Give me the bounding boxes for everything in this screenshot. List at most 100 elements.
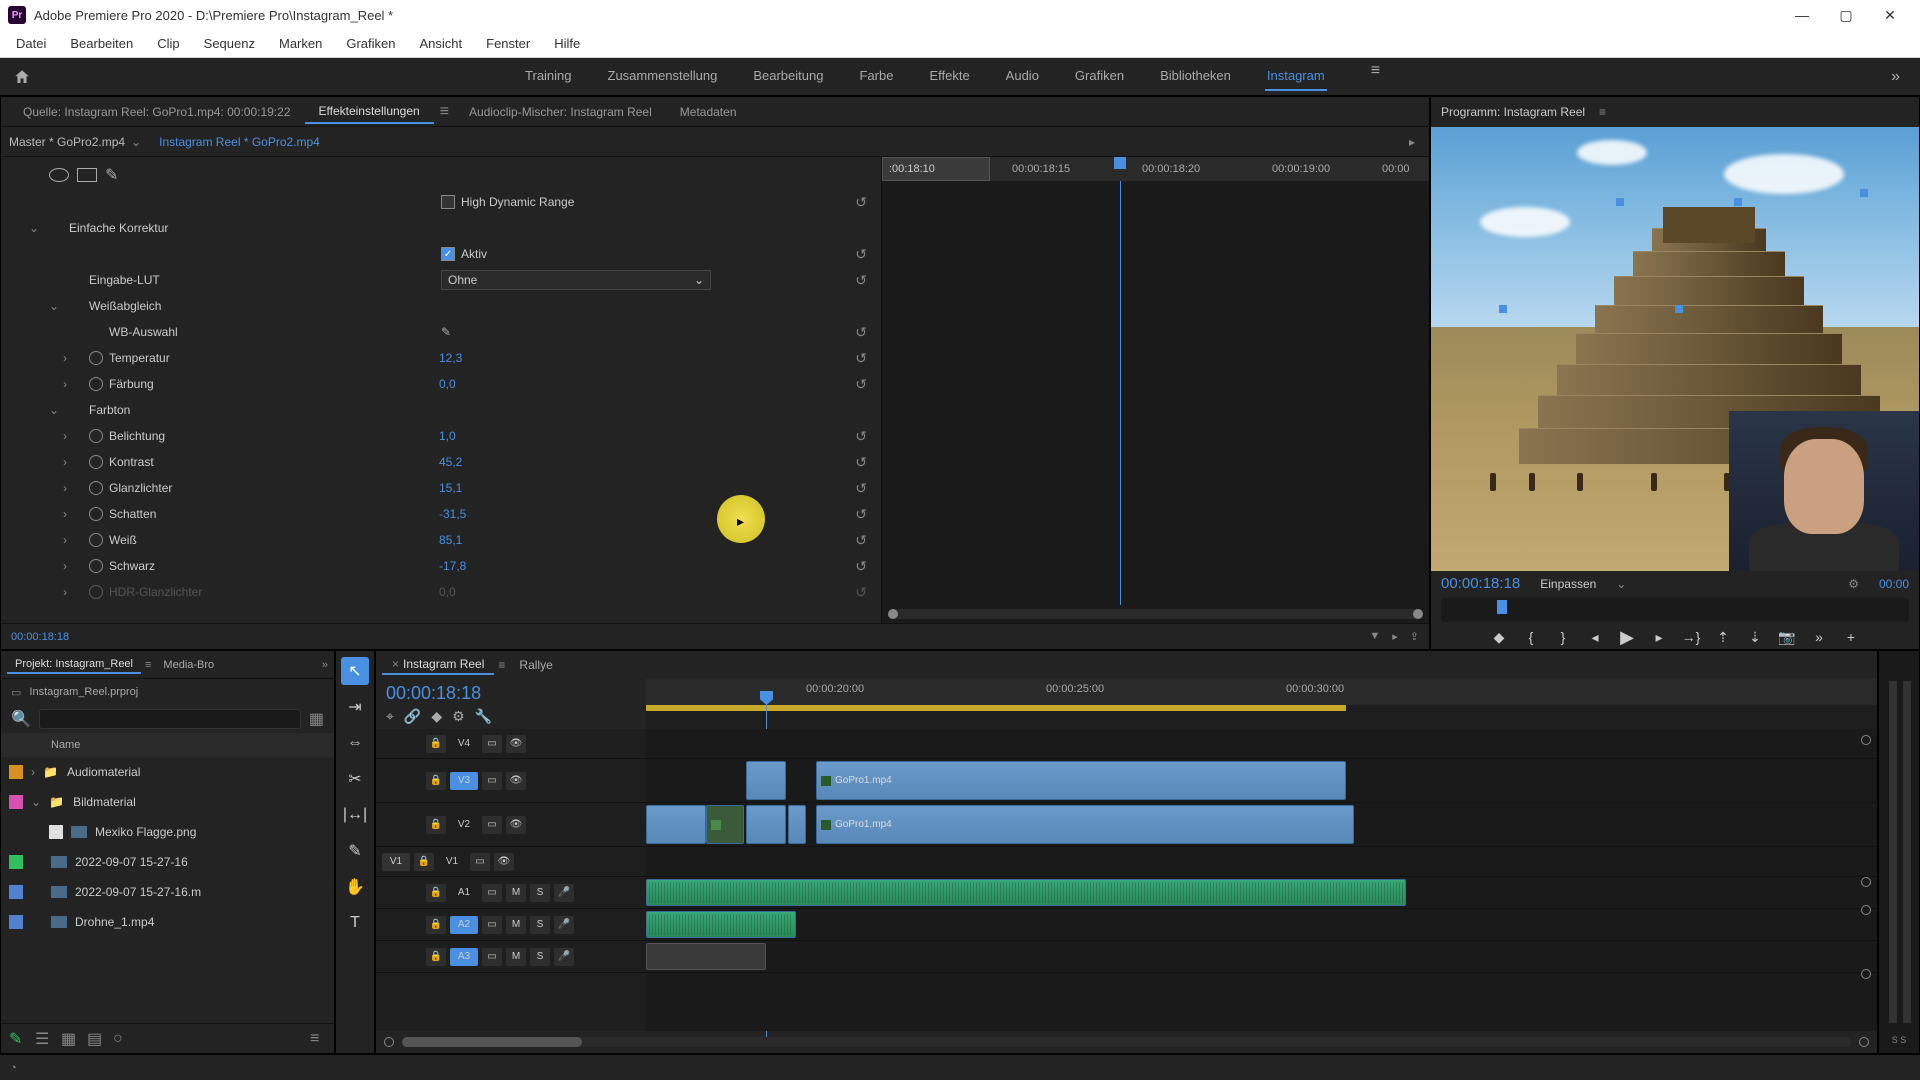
tab-media-browser[interactable]: Media-Bro bbox=[155, 657, 222, 673]
menu-bearbeiten[interactable]: Bearbeiten bbox=[58, 32, 145, 55]
video-clip[interactable]: GoPro1.mp4 bbox=[816, 761, 1346, 800]
selection-tool[interactable]: ↖ bbox=[341, 657, 369, 685]
active-checkbox[interactable]: ✓ bbox=[441, 247, 455, 261]
video-clip[interactable] bbox=[746, 805, 786, 844]
reset-icon[interactable]: ↺ bbox=[855, 350, 867, 367]
mute-icon[interactable]: M bbox=[506, 916, 526, 934]
lock-icon[interactable]: 🔒 bbox=[426, 948, 446, 966]
eye-icon[interactable]: 👁 bbox=[506, 735, 526, 753]
toggle-output-icon[interactable]: ▭ bbox=[470, 853, 490, 871]
step-forward-icon[interactable]: ▸ bbox=[1650, 628, 1668, 646]
stopwatch-icon[interactable] bbox=[89, 481, 103, 495]
nested-clip[interactable] bbox=[706, 805, 744, 844]
list-item[interactable]: 2022-09-07 15-27-16.m bbox=[1, 877, 334, 907]
panel-menu-icon[interactable]: ≡ bbox=[1599, 105, 1606, 119]
step-back-icon[interactable]: ◂ bbox=[1586, 628, 1604, 646]
track-label-v1[interactable]: V1 bbox=[438, 856, 466, 867]
export-frame-icon[interactable]: 📷 bbox=[1778, 628, 1796, 646]
chevron-down-icon[interactable]: ⌄ bbox=[131, 135, 141, 149]
pen-icon[interactable]: ✎ bbox=[9, 1029, 25, 1049]
playhead-marker[interactable] bbox=[1114, 157, 1126, 169]
track-scroll-handle[interactable] bbox=[1861, 735, 1871, 745]
video-clip[interactable]: GoPro1.mp4 bbox=[816, 805, 1354, 844]
toggle-output-icon[interactable]: ▭ bbox=[482, 948, 502, 966]
workspace-bearbeitung[interactable]: Bearbeitung bbox=[751, 62, 825, 91]
hand-tool[interactable]: ✋ bbox=[341, 873, 369, 901]
filter-icon[interactable]: ▼ bbox=[1369, 630, 1380, 643]
marker-add-icon[interactable]: ◆ bbox=[1490, 628, 1508, 646]
workspace-zusammenstellung[interactable]: Zusammenstellung bbox=[606, 62, 720, 91]
chevron-right-icon[interactable]: › bbox=[63, 429, 67, 443]
panel-menu-icon[interactable]: ≡ bbox=[494, 658, 509, 672]
workspace-instagram[interactable]: Instagram bbox=[1265, 62, 1327, 91]
reset-icon[interactable]: ↺ bbox=[855, 454, 867, 471]
selection-handle[interactable] bbox=[1499, 305, 1507, 313]
track-label-a1[interactable]: A1 bbox=[450, 887, 478, 898]
shadows-value[interactable]: -31,5 bbox=[439, 507, 466, 521]
stopwatch-icon[interactable] bbox=[89, 585, 103, 599]
stopwatch-icon[interactable] bbox=[89, 377, 103, 391]
menu-sequenz[interactable]: Sequenz bbox=[192, 32, 267, 55]
tab-source[interactable]: Quelle: Instagram Reel: GoPro1.mp4: 00:0… bbox=[9, 101, 305, 123]
settings-icon[interactable]: ⚙ bbox=[452, 708, 465, 725]
mask-pen-icon[interactable]: ✎ bbox=[105, 165, 123, 185]
menu-clip[interactable]: Clip bbox=[145, 32, 191, 55]
timeline-timecode[interactable]: 00:00:18:18 bbox=[386, 683, 636, 704]
menu-fenster[interactable]: Fenster bbox=[474, 32, 542, 55]
minimize-button[interactable]: — bbox=[1792, 5, 1812, 25]
lock-icon[interactable]: 🔒 bbox=[426, 735, 446, 753]
zoom-handle[interactable] bbox=[402, 1037, 582, 1047]
reset-icon[interactable]: ↺ bbox=[855, 272, 867, 289]
highlights-value[interactable]: 15,1 bbox=[439, 481, 462, 495]
label-color-chip[interactable] bbox=[9, 855, 23, 869]
workspace-menu-icon[interactable]: ≡ bbox=[1359, 62, 1392, 91]
selection-handle[interactable] bbox=[1616, 198, 1624, 206]
lock-icon[interactable]: 🔒 bbox=[426, 916, 446, 934]
list-item[interactable]: Drohne_1.mp4 bbox=[1, 907, 334, 937]
workspace-effekte[interactable]: Effekte bbox=[927, 62, 971, 91]
chevron-right-icon[interactable]: › bbox=[63, 377, 67, 391]
eye-icon[interactable]: 👁 bbox=[506, 816, 526, 834]
pen-tool[interactable]: ✎ bbox=[341, 837, 369, 865]
mute-icon[interactable]: M bbox=[506, 948, 526, 966]
sequence-clip-link[interactable]: Instagram Reel * GoPro2.mp4 bbox=[159, 135, 320, 149]
solo-icon[interactable]: S bbox=[530, 884, 550, 902]
audio-clip[interactable] bbox=[646, 911, 796, 938]
reset-icon[interactable]: ↺ bbox=[855, 376, 867, 393]
reset-icon[interactable]: ↺ bbox=[855, 324, 867, 341]
timeline-ruler[interactable]: 00:00:20:00 00:00:25:00 00:00:30:00 bbox=[646, 679, 1877, 705]
lock-icon[interactable]: 🔒 bbox=[426, 772, 446, 790]
contrast-value[interactable]: 45,2 bbox=[439, 455, 462, 469]
solo-icon[interactable]: S bbox=[530, 916, 550, 934]
list-item[interactable]: 2022-09-07 15-27-16 bbox=[1, 847, 334, 877]
selection-handle[interactable] bbox=[1675, 305, 1683, 313]
toggle-output-icon[interactable]: ▭ bbox=[482, 884, 502, 902]
snap-icon[interactable]: ⌖ bbox=[386, 708, 394, 725]
label-color-chip[interactable] bbox=[9, 915, 23, 929]
menu-ansicht[interactable]: Ansicht bbox=[407, 32, 474, 55]
track-scroll-handle[interactable] bbox=[1861, 969, 1871, 979]
track-target-v3[interactable]: V3 bbox=[450, 772, 478, 790]
workspace-audio[interactable]: Audio bbox=[1004, 62, 1041, 91]
label-color-chip[interactable] bbox=[9, 765, 23, 779]
icon-view-icon[interactable]: ▦ bbox=[61, 1029, 77, 1049]
mini-scrollbar[interactable] bbox=[888, 609, 1423, 619]
fit-dropdown[interactable]: Einpassen bbox=[1540, 577, 1596, 591]
chevron-right-icon[interactable]: › bbox=[63, 455, 67, 469]
overflow-icon[interactable]: » bbox=[322, 659, 328, 671]
video-clip[interactable] bbox=[746, 761, 786, 800]
maximize-button[interactable]: ▢ bbox=[1836, 5, 1856, 25]
toggle-output-icon[interactable]: ▭ bbox=[482, 735, 502, 753]
stopwatch-icon[interactable] bbox=[89, 559, 103, 573]
voiceover-icon[interactable]: 🎤 bbox=[554, 884, 574, 902]
chevron-down-icon[interactable]: ⌄ bbox=[31, 795, 41, 809]
list-view-icon[interactable]: ☰ bbox=[35, 1029, 51, 1049]
slip-tool[interactable]: |↔| bbox=[341, 801, 369, 829]
lift-icon[interactable]: ⇡ bbox=[1714, 628, 1732, 646]
play-icon[interactable]: ▶ bbox=[1618, 628, 1636, 646]
scroll-handle-right[interactable] bbox=[1413, 609, 1423, 619]
reset-icon[interactable]: ↺ bbox=[855, 428, 867, 445]
toggle-output-icon[interactable]: ▭ bbox=[482, 816, 502, 834]
name-column-header[interactable]: Name bbox=[51, 739, 80, 751]
program-timecode[interactable]: 00:00:18:18 bbox=[1441, 575, 1520, 592]
